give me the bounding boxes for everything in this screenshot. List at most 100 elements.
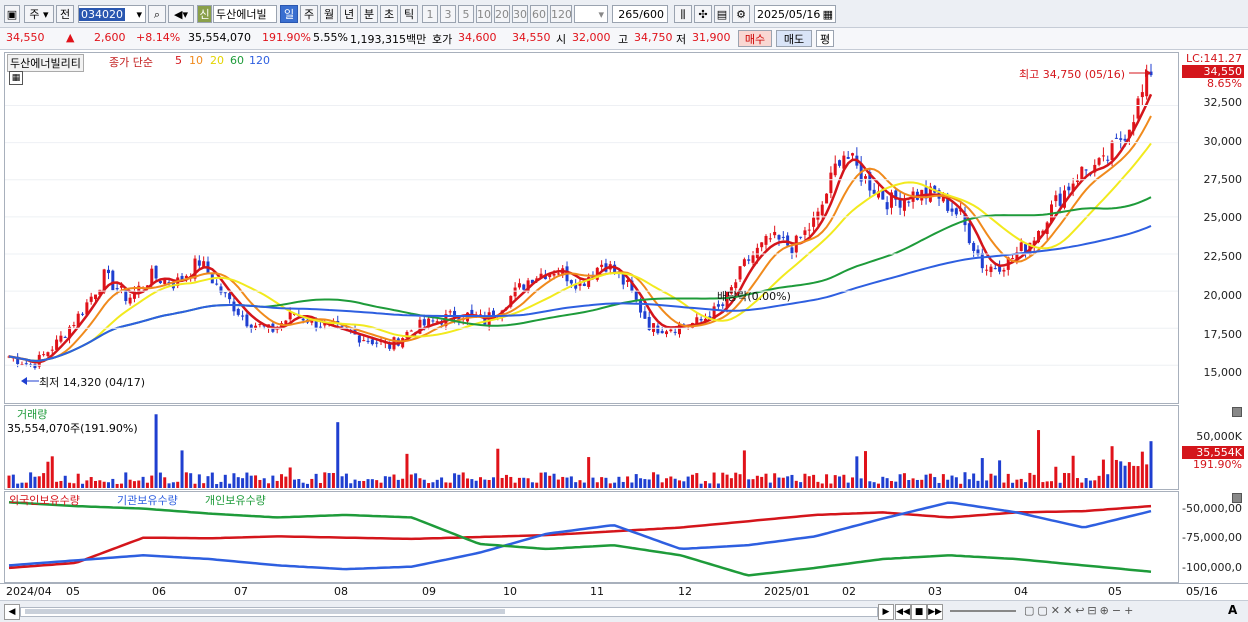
volume-bar <box>803 473 807 488</box>
candle <box>665 331 669 335</box>
volume-bar <box>1140 451 1144 488</box>
candle <box>864 176 867 179</box>
tab-minute[interactable]: 분 <box>360 5 378 23</box>
volume-bar <box>742 450 746 488</box>
volume-bar <box>751 479 755 488</box>
buy-button[interactable]: 매수 <box>738 30 772 47</box>
volume-ratio: 191.90% <box>262 31 311 44</box>
volume-bar <box>548 475 552 488</box>
volume-bar <box>1006 473 1010 488</box>
candle <box>245 314 249 327</box>
tab-second[interactable]: 초 <box>380 5 398 23</box>
tab-month[interactable]: 월 <box>320 5 338 23</box>
price-chart-svg[interactable] <box>5 53 1178 403</box>
gear-icon[interactable]: ⚙ <box>732 5 750 23</box>
stock-name-tag[interactable]: 두산에너빌리티 <box>7 54 84 72</box>
fast-forward-icon[interactable]: ▶▶ <box>927 604 943 620</box>
volume-pane[interactable]: 거래량 35,554,070주(191.90%) <box>4 405 1179 490</box>
window-icon[interactable]: ▣ <box>4 5 20 23</box>
volume-bar <box>786 476 790 488</box>
dropdown-arrow-icon[interactable]: ▾ <box>136 6 142 22</box>
scrollbar-track[interactable] <box>20 607 878 617</box>
speaker-icon[interactable]: ◀▾ <box>168 5 194 23</box>
volume-chart-svg[interactable] <box>5 406 1178 489</box>
rewind-icon[interactable]: ◀◀ <box>895 604 911 620</box>
period-select[interactable]: 전 <box>56 5 74 23</box>
search-icon[interactable]: ⌕ <box>148 5 166 23</box>
count-display[interactable]: 265/600 <box>612 5 668 23</box>
scroll-right-icon[interactable]: ▶ <box>878 604 894 620</box>
candle-icon[interactable]: ⫼ <box>674 5 692 23</box>
date-input[interactable]: 2025/05/16 ▦ <box>754 5 836 23</box>
market-select[interactable]: 주 ▾ <box>24 5 54 23</box>
candle <box>301 318 305 321</box>
candle <box>89 296 93 302</box>
volume-bar <box>781 477 785 488</box>
candle <box>660 330 664 334</box>
interval-120[interactable]: 120 <box>550 5 572 23</box>
price-pane[interactable]: 두산에너빌리티 종가 단순 5 10 20 60 120 ▦ 최고 34,750… <box>4 52 1179 404</box>
scrollbar-thumb[interactable] <box>25 609 505 614</box>
holdings-pane[interactable]: 외국인보유수량 기관보유수량 개인보유수량 <box>4 491 1179 583</box>
interval-5[interactable]: 5 <box>458 5 474 23</box>
x-label: 11 <box>590 585 604 598</box>
volume-bar <box>954 477 958 488</box>
chart-tools-icons[interactable]: ▢▢✕✕↩⊟⊕−+ <box>1024 604 1224 618</box>
low-price: 31,900 <box>692 31 731 44</box>
candle <box>128 297 132 304</box>
candle <box>764 236 768 245</box>
scroll-left-icon[interactable]: ◀ <box>4 604 20 620</box>
volume-bar <box>738 474 742 488</box>
code-input[interactable]: 034020 ▾ <box>78 5 146 23</box>
volume-bar <box>829 483 833 488</box>
interval-30[interactable]: 30 <box>512 5 528 23</box>
candle <box>803 230 807 235</box>
crosshair-icon[interactable]: ✣ <box>694 5 712 23</box>
volume-bar <box>864 451 867 488</box>
sell-button[interactable]: 매도 <box>776 30 812 47</box>
zoom-slider[interactable] <box>950 610 1016 612</box>
interval-1[interactable]: 1 <box>422 5 438 23</box>
tab-tick[interactable]: 틱 <box>400 5 418 23</box>
candle <box>1114 137 1118 139</box>
save-icon[interactable]: ▤ <box>714 5 730 23</box>
x-label: 02 <box>842 585 856 598</box>
volume-bar <box>163 477 167 488</box>
volume-bar <box>353 479 357 488</box>
interval-3[interactable]: 3 <box>440 5 456 23</box>
volume-bar <box>816 481 820 488</box>
interval-20[interactable]: 20 <box>494 5 510 23</box>
volume-bar <box>665 478 669 488</box>
volume-bar <box>232 473 236 488</box>
stop-icon[interactable]: ■ <box>911 604 927 620</box>
candle <box>357 335 361 343</box>
tab-week[interactable]: 주 <box>300 5 318 23</box>
volume-bar <box>993 475 997 488</box>
interval-60[interactable]: 60 <box>530 5 548 23</box>
font-size-icon[interactable]: A <box>1228 603 1237 617</box>
calendar-icon[interactable]: ▦ <box>823 6 833 22</box>
volume-bar <box>496 448 500 488</box>
candle <box>673 331 677 333</box>
tab-year[interactable]: 년 <box>340 5 358 23</box>
stock-name[interactable]: 두산에너빌 <box>213 5 277 23</box>
candle <box>781 236 785 238</box>
holdings-y-tick: -100,000,0 <box>1182 561 1242 574</box>
holdings-chart-svg[interactable] <box>5 492 1178 582</box>
volume-bar <box>773 473 777 488</box>
candle <box>569 280 573 284</box>
volume-bar <box>375 480 379 488</box>
tab-day[interactable]: 일 <box>280 5 298 23</box>
volume-bar <box>284 476 288 488</box>
volume-bar <box>989 473 993 488</box>
volume-bar <box>699 483 703 488</box>
interval-10[interactable]: 10 <box>476 5 492 23</box>
volume-bar <box>106 482 110 488</box>
table-icon[interactable]: ▦ <box>9 71 23 85</box>
candle <box>812 217 816 227</box>
avg-button[interactable]: 평 <box>816 30 834 47</box>
x-label: 03 <box>928 585 942 598</box>
close-icon[interactable] <box>1232 407 1242 417</box>
interval-input[interactable]: ▾ <box>574 5 608 23</box>
volume-bar <box>94 480 98 488</box>
